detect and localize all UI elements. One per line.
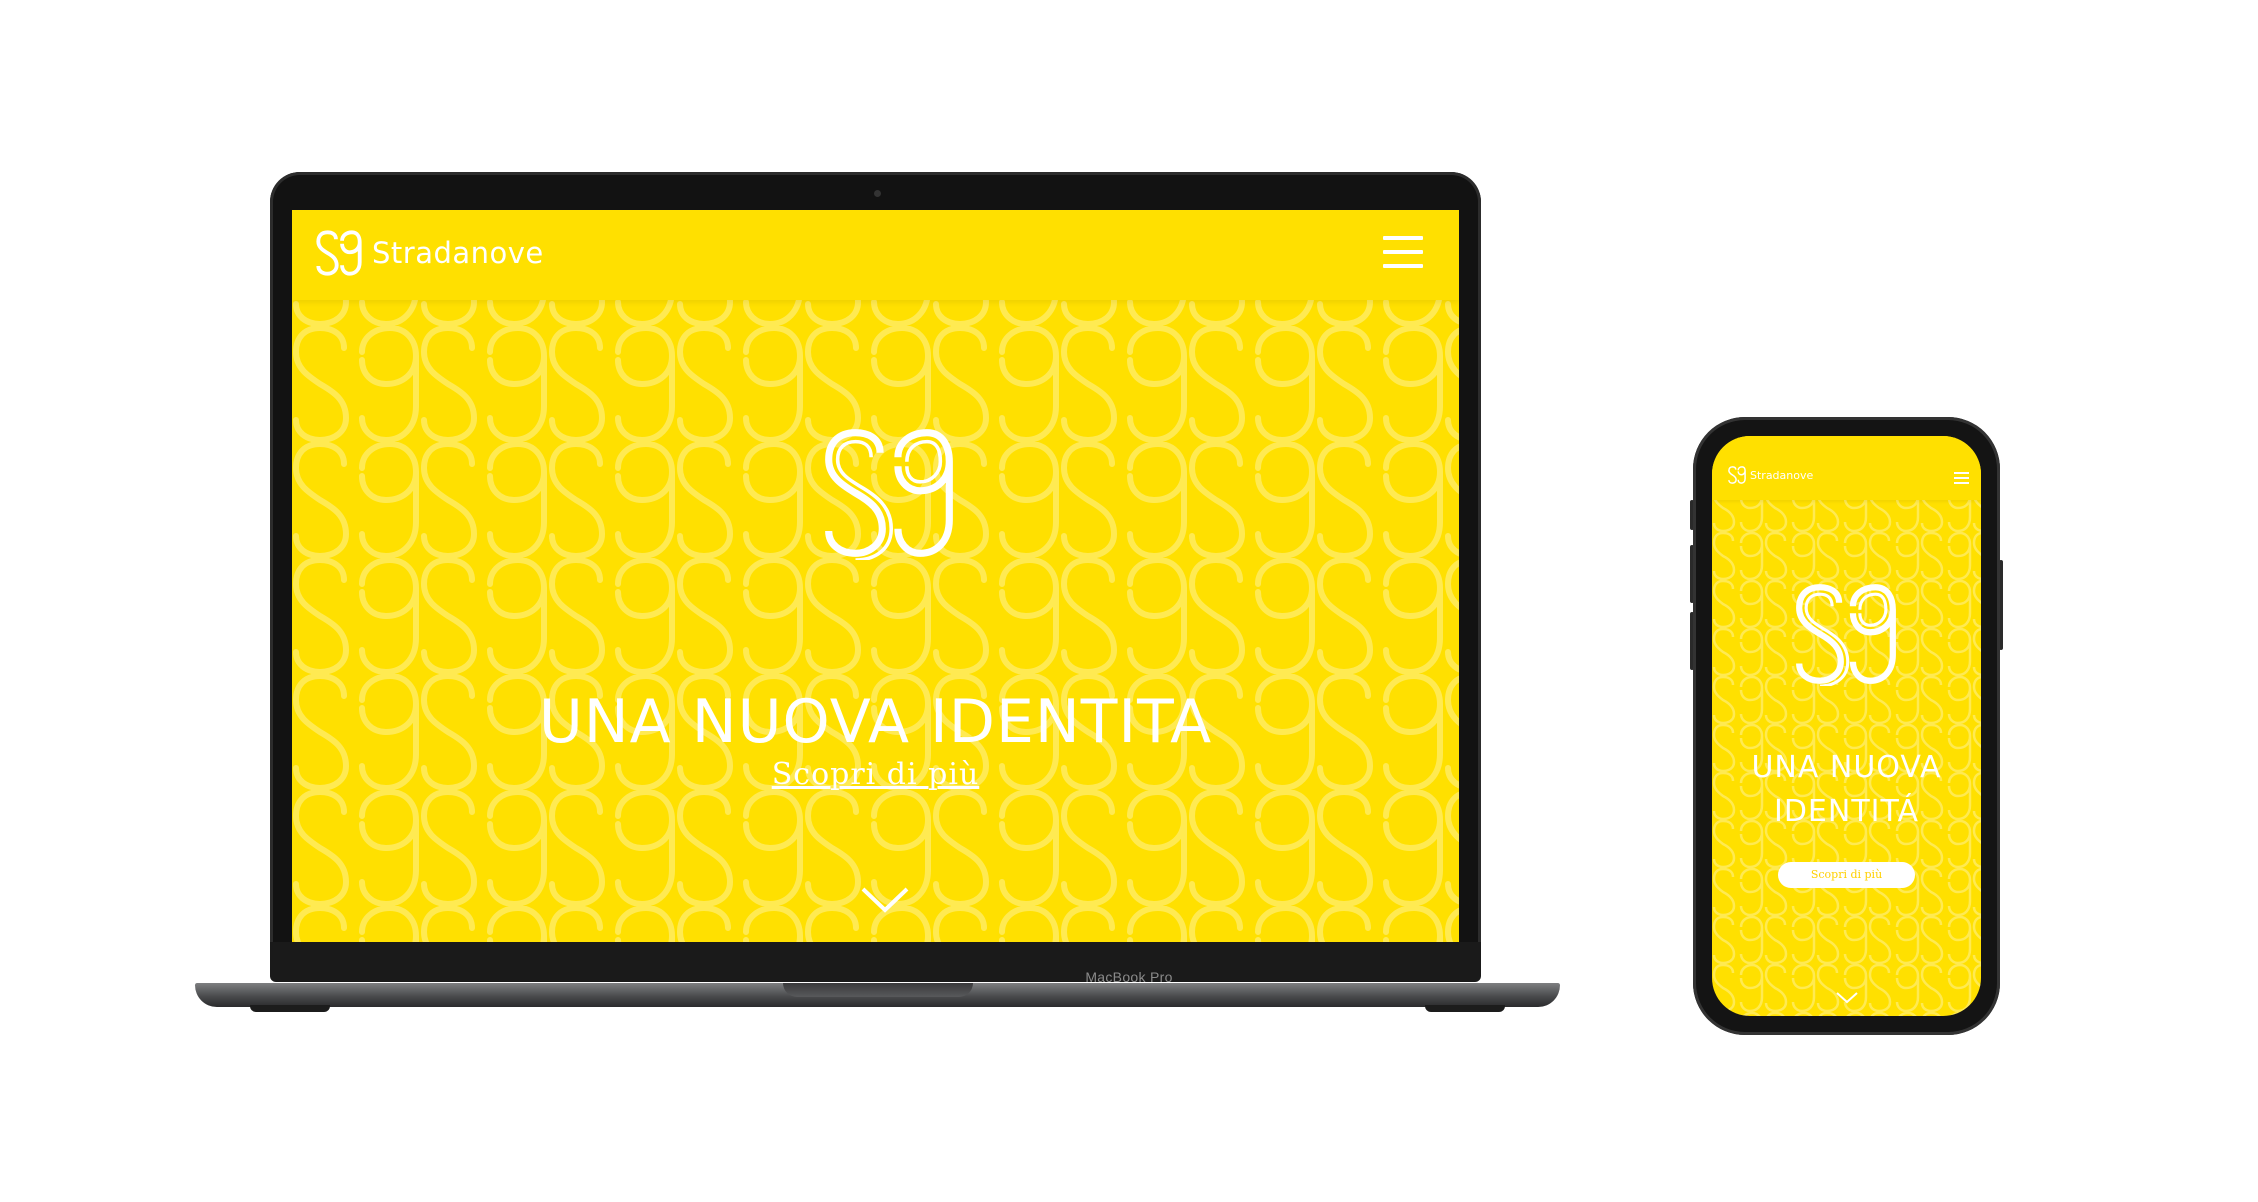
- phone-hero-title-line1: UNA NUOVA: [1751, 750, 1942, 785]
- phone-hero-title-line2: IDENTITÁ: [1773, 794, 1920, 829]
- site-header: Stradanove: [292, 210, 1459, 300]
- laptop-opening-notch: [783, 983, 973, 997]
- s9-hero-logo-icon: [825, 429, 953, 560]
- phone-brand-name: Stradanove: [1750, 468, 1814, 482]
- laptop-foot-left: [250, 1005, 330, 1012]
- discover-more-button[interactable]: Scopri di più: [1778, 862, 1915, 888]
- laptop-camera: [874, 190, 881, 197]
- s9-logo-icon: [1728, 466, 1746, 484]
- chevron-down-icon[interactable]: [860, 886, 910, 914]
- s9-logo-icon: [316, 230, 362, 276]
- s9-pattern-background: [1712, 500, 1981, 1016]
- phone-hero-title: UNA NUOVA IDENTITÁ: [1712, 746, 1981, 834]
- brand-logo[interactable]: Stradanove: [316, 230, 544, 276]
- hamburger-icon[interactable]: [1954, 472, 1969, 484]
- chevron-down-icon[interactable]: [1836, 992, 1858, 1004]
- hamburger-icon[interactable]: [1383, 236, 1423, 270]
- phone-site-header: Stradanove: [1712, 436, 1981, 500]
- brand-name: Stradanove: [372, 236, 544, 270]
- laptop-foot-right: [1425, 1005, 1505, 1012]
- s9-hero-logo-icon: [1796, 584, 1896, 686]
- laptop-screen: Stradanove UNA NUOVA IDENTITA Scopri di …: [292, 210, 1459, 942]
- hero-title: UNA NUOVA IDENTITA: [538, 687, 1213, 757]
- phone-screen: Stradanove UNA NUOVA IDENTITÁ Scopri di …: [1712, 436, 1981, 1016]
- s9-pattern-background: [292, 300, 1459, 942]
- phone-brand-logo[interactable]: Stradanove: [1728, 466, 1813, 484]
- discover-more-link[interactable]: Scopri di più: [292, 757, 1459, 792]
